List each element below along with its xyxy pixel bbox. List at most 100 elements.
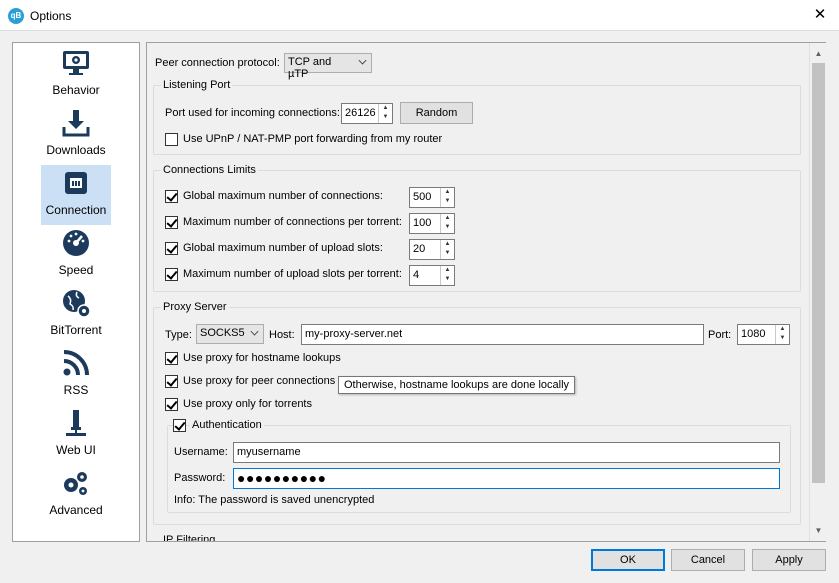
sidebar-item-behavior[interactable]: Behavior <box>41 45 111 105</box>
peer-protocol-label: Peer connection protocol: <box>155 57 280 69</box>
max-upload-slots-per-torrent-checkbox[interactable] <box>165 268 178 281</box>
sidebar-item-connection[interactable]: Connection <box>41 165 111 225</box>
spin-arrows[interactable]: ▲ ▼ <box>378 104 392 123</box>
title-bar: qB Options ✕ <box>0 0 839 31</box>
upnp-label: Use UPnP / NAT-PMP port forwarding from … <box>183 133 443 145</box>
scroll-down-icon[interactable]: ▼ <box>810 522 827 539</box>
rss-icon <box>63 350 89 376</box>
password-info-text: Info: The password is saved unencrypted <box>174 494 375 506</box>
apply-button[interactable]: Apply <box>752 549 826 571</box>
spinbox-value: 100 <box>413 217 432 229</box>
proxy-server-title: Proxy Server <box>161 301 229 313</box>
spin-arrows[interactable]: ▲ ▼ <box>440 214 454 233</box>
chevron-down-icon <box>250 327 259 336</box>
spin-up-icon[interactable]: ▲ <box>379 104 392 113</box>
password-input[interactable]: ●●●●●●●●●● <box>233 468 780 489</box>
username-label: Username: <box>174 446 228 458</box>
sidebar-item-web-ui[interactable]: Web UI <box>41 405 111 465</box>
global-max-connections-label: Global maximum number of connections: <box>183 190 383 202</box>
proxy-port-label: Port: <box>708 329 732 341</box>
upnp-checkbox[interactable] <box>165 133 178 146</box>
sidebar-item-rss[interactable]: RSS <box>41 345 111 405</box>
sidebar-item-label: Connection <box>45 203 107 217</box>
global-max-upload-slots-checkbox[interactable] <box>165 242 178 255</box>
spin-up-icon[interactable]: ▲ <box>441 188 454 197</box>
global-max-upload-slots-spinbox[interactable]: 20 ▲ ▼ <box>409 239 455 260</box>
sidebar-item-label: Web UI <box>56 443 96 457</box>
spin-down-icon[interactable]: ▼ <box>776 334 789 343</box>
cancel-button[interactable]: Cancel <box>671 549 745 571</box>
proxy-only-torrents-label: Use proxy only for torrents <box>183 398 312 410</box>
spin-down-icon[interactable]: ▼ <box>441 223 454 232</box>
sidebar-item-label: BitTorrent <box>50 323 102 337</box>
sidebar-item-label: RSS <box>63 383 89 397</box>
sidebar-item-speed[interactable]: Speed <box>41 225 111 285</box>
peer-protocol-value: TCP and µTP <box>288 56 332 80</box>
proxy-host-input[interactable]: my-proxy-server.net <box>301 324 704 345</box>
sidebar-item-downloads[interactable]: Downloads <box>41 105 111 165</box>
max-upload-slots-per-torrent-spinbox[interactable]: 4 ▲ ▼ <box>409 265 455 286</box>
ok-button[interactable]: OK <box>591 549 665 571</box>
spin-arrows[interactable]: ▲ ▼ <box>775 325 789 344</box>
global-max-connections-spinbox[interactable]: 500 ▲ ▼ <box>409 187 455 208</box>
random-port-button[interactable]: Random <box>400 102 473 124</box>
password-label: Password: <box>174 472 226 484</box>
spin-up-icon[interactable]: ▲ <box>441 214 454 223</box>
spin-arrows[interactable]: ▲ ▼ <box>440 240 454 259</box>
proxy-peer-connections-checkbox[interactable] <box>165 375 178 388</box>
sidebar-item-label: Behavior <box>52 83 100 97</box>
spin-arrows[interactable]: ▲ ▼ <box>440 188 454 207</box>
scroll-up-icon[interactable]: ▲ <box>810 45 827 62</box>
spin-down-icon[interactable]: ▼ <box>379 113 392 122</box>
spin-up-icon[interactable]: ▲ <box>441 240 454 249</box>
authentication-checkbox[interactable] <box>173 419 186 432</box>
peer-protocol-dropdown[interactable]: TCP and µTP <box>284 53 372 80</box>
sidebar-item-label: Downloads <box>46 143 106 157</box>
gears-icon <box>64 472 87 495</box>
spin-arrows[interactable]: ▲ ▼ <box>440 266 454 285</box>
qbittorrent-app-icon: qB <box>8 8 24 24</box>
sidebar-item-label: Advanced <box>49 503 103 517</box>
connection-settings-panel: Peer connection protocol: TCP and µTP Li… <box>146 42 826 542</box>
network-icon <box>65 172 87 194</box>
proxy-type-value: SOCKS5 <box>200 327 245 339</box>
proxy-type-label: Type: <box>165 329 192 341</box>
password-mask: ●●●●●●●●●● <box>237 470 327 486</box>
proxy-host-label: Host: <box>269 329 295 341</box>
proxy-port-spinbox[interactable]: 1080 ▲ ▼ <box>737 324 790 345</box>
sidebar-item-advanced[interactable]: Advanced <box>41 465 111 525</box>
max-connections-per-torrent-checkbox[interactable] <box>165 216 178 229</box>
sidebar-item-label: Speed <box>58 263 94 277</box>
monitor-icon <box>63 51 89 75</box>
spin-up-icon[interactable]: ▲ <box>441 266 454 275</box>
scroll-thumb[interactable] <box>812 63 825 483</box>
ip-filtering-title: IP Filtering <box>161 534 218 541</box>
incoming-port-spinbox[interactable]: 26126 ▲ ▼ <box>341 103 393 124</box>
incoming-port-label: Port used for incoming connections: <box>165 107 340 119</box>
username-input[interactable]: myusername <box>233 442 780 463</box>
proxy-type-dropdown[interactable]: SOCKS5 <box>196 324 264 344</box>
close-window-button[interactable]: ✕ <box>807 4 833 26</box>
speedometer-icon <box>63 230 89 256</box>
max-connections-per-torrent-label: Maximum number of connections per torren… <box>183 216 402 228</box>
download-icon <box>62 110 90 137</box>
sidebar-item-bittorrent[interactable]: BitTorrent <box>41 285 111 345</box>
global-max-upload-slots-label: Global maximum number of upload slots: <box>183 242 383 254</box>
proxy-hostname-lookups-checkbox[interactable] <box>165 352 178 365</box>
spin-down-icon[interactable]: ▼ <box>441 275 454 284</box>
global-max-connections-checkbox[interactable] <box>165 190 178 203</box>
ip-filtering-group <box>153 541 801 542</box>
window-title: Options <box>30 9 72 23</box>
proxy-peer-connections-label: Use proxy for peer connections <box>183 375 336 387</box>
proxy-only-torrents-checkbox[interactable] <box>165 398 178 411</box>
spin-down-icon[interactable]: ▼ <box>441 249 454 258</box>
spinbox-value: 1080 <box>741 328 766 340</box>
spin-down-icon[interactable]: ▼ <box>441 197 454 206</box>
web-ui-icon <box>66 410 86 436</box>
spinbox-value: 500 <box>413 191 432 203</box>
authentication-title: Authentication <box>190 419 264 431</box>
spin-up-icon[interactable]: ▲ <box>776 325 789 334</box>
listening-port-title: Listening Port <box>161 79 233 91</box>
content-scrollbar[interactable]: ▲ ▼ <box>809 43 826 541</box>
max-connections-per-torrent-spinbox[interactable]: 100 ▲ ▼ <box>409 213 455 234</box>
